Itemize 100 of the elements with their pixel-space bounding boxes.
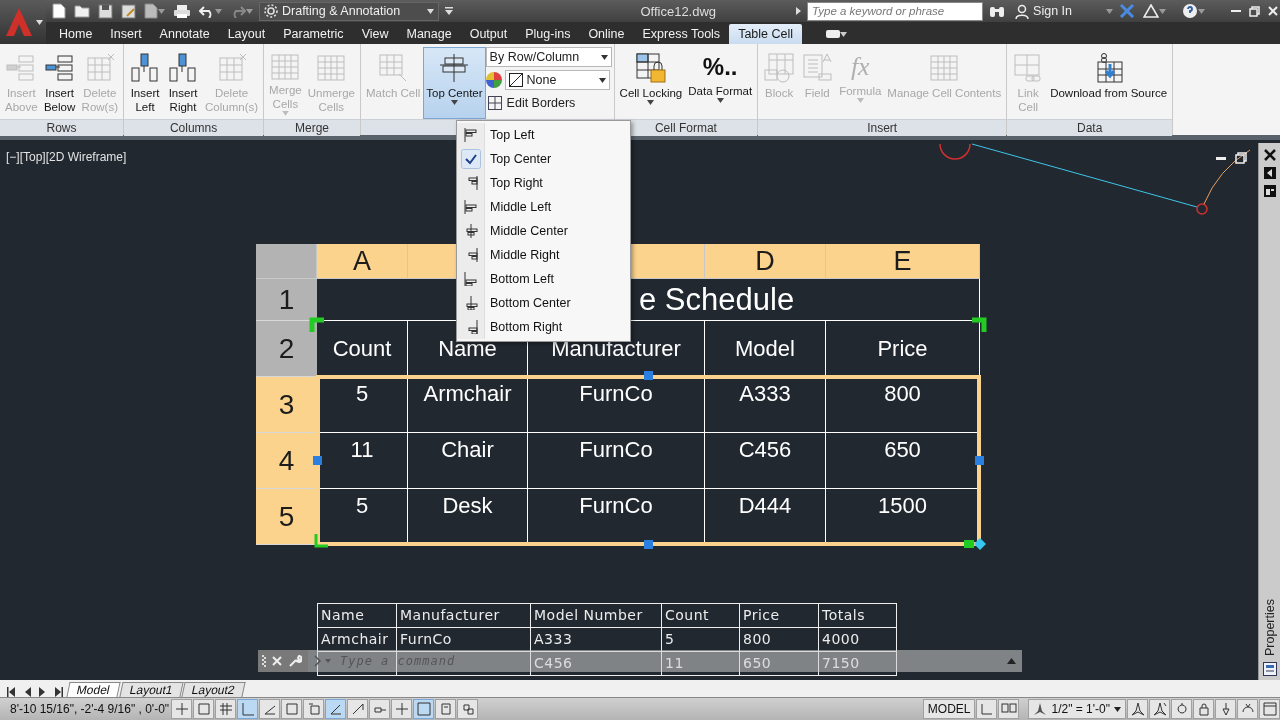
menu-item[interactable]: Middle Left: [457, 195, 630, 219]
row-header[interactable]: 4: [256, 433, 317, 489]
first-layout-button[interactable]: [4, 687, 18, 697]
drafting-toggle[interactable]: [171, 699, 192, 719]
status-tool-button[interactable]: [1171, 699, 1192, 719]
row-header[interactable]: 2: [256, 321, 317, 377]
corner-grip[interactable]: [972, 317, 987, 332]
status-tool-button[interactable]: [1237, 699, 1258, 719]
ribbon-button[interactable]: Cell Locking: [616, 47, 686, 119]
menu-item[interactable]: Top Center: [457, 147, 630, 171]
diamond-grip[interactable]: [974, 538, 986, 550]
ribbon-tab[interactable]: Annotate: [150, 24, 219, 44]
auto-hide-button[interactable]: [1263, 167, 1276, 179]
sign-in-button[interactable]: Sign In: [1011, 3, 1102, 19]
ribbon-tab[interactable]: Plug-ins: [516, 24, 580, 44]
ribbon-tab[interactable]: Home: [50, 24, 102, 44]
exchange-button[interactable]: [1117, 1, 1137, 21]
column-header[interactable]: D: [705, 244, 826, 279]
viewport-restore-button[interactable]: [1234, 152, 1248, 164]
ribbon-tab[interactable]: Layout: [218, 24, 275, 44]
status-tool-button[interactable]: [1149, 699, 1170, 719]
drafting-toggle[interactable]: [281, 699, 302, 719]
drafting-toggle[interactable]: [193, 699, 214, 719]
edit-borders-button[interactable]: Edit Borders: [485, 93, 612, 113]
row-header[interactable]: 3: [256, 377, 317, 433]
save-as-button[interactable]: [119, 1, 138, 21]
ribbon-tab[interactable]: Online: [579, 24, 634, 44]
close-command-button[interactable]: [272, 656, 282, 666]
ribbon-tab[interactable]: Express Tools: [633, 24, 730, 44]
menu-item[interactable]: Bottom Center: [457, 291, 630, 315]
layout-tab[interactable]: Layout1: [119, 682, 183, 697]
status-tool-button[interactable]: [1193, 699, 1214, 719]
viewport-label[interactable]: [−][Top][2D Wireframe]: [6, 150, 127, 164]
ribbon-button[interactable]: Download from Source: [1047, 47, 1171, 119]
drafting-toggle[interactable]: [413, 699, 434, 719]
ribbon-button[interactable]: %.. Data Format: [685, 47, 756, 119]
menu-item[interactable]: Top Right: [457, 171, 630, 195]
model-space-button[interactable]: MODEL: [922, 699, 976, 719]
drafting-toggle[interactable]: [215, 699, 236, 719]
viewports-button[interactable]: [998, 699, 1020, 719]
row-header[interactable]: 1: [256, 279, 317, 321]
grip[interactable]: [644, 540, 653, 549]
caret-icon: [1159, 8, 1166, 14]
ribbon-tab[interactable]: Output: [460, 24, 517, 44]
corner-grip[interactable]: [309, 317, 324, 332]
grip[interactable]: [313, 456, 322, 465]
row-column-dropdown[interactable]: By Row/Column: [485, 47, 612, 67]
menu-item[interactable]: Middle Right: [457, 243, 630, 267]
drafting-toggle[interactable]: [457, 699, 478, 719]
ribbon-button[interactable]: Top Center: [423, 47, 486, 119]
grip[interactable]: [644, 371, 653, 380]
workspace-dropdown[interactable]: Drafting & Annotation: [259, 1, 439, 21]
ribbon-tab[interactable]: Parametric: [274, 24, 353, 44]
table-cell: A333: [531, 628, 662, 652]
layout-tab[interactable]: Layout2: [181, 682, 246, 697]
ribbon-button[interactable]: Insert Left: [126, 47, 165, 119]
ribbon-tab[interactable]: View: [352, 24, 398, 44]
corner-grip[interactable]: [314, 534, 328, 548]
background-color-dropdown[interactable]: None: [504, 70, 610, 90]
command-history-button[interactable]: [1007, 658, 1016, 664]
column-header[interactable]: A: [317, 244, 408, 279]
palette-icon-button[interactable]: [1262, 662, 1277, 676]
save-button[interactable]: [96, 1, 115, 21]
corner-grip[interactable]: [964, 540, 974, 548]
ribbon-tab[interactable]: Insert: [101, 24, 151, 44]
drafting-toggle[interactable]: [391, 699, 412, 719]
close-palette-button[interactable]: [1263, 149, 1276, 161]
last-layout-button[interactable]: [52, 687, 66, 697]
layout-view-button[interactable]: [976, 699, 998, 719]
ribbon-tab[interactable]: Manage: [397, 24, 461, 44]
ribbon-button[interactable]: Insert Right: [164, 47, 203, 119]
drafting-toggle[interactable]: [259, 699, 280, 719]
drafting-toggle[interactable]: [347, 699, 368, 719]
plot-button[interactable]: [142, 1, 167, 21]
search-field[interactable]: Type a keyword or phrase: [807, 1, 984, 21]
alignment-icon: [462, 128, 479, 142]
drafting-toggle[interactable]: [325, 699, 346, 719]
drafting-toggle[interactable]: [303, 699, 324, 719]
corner-cell[interactable]: [256, 244, 317, 279]
recent-commands-button[interactable]: [314, 655, 332, 667]
ribbon-button[interactable]: Insert Below: [40, 47, 79, 119]
annotation-scale-button[interactable]: 1/2" = 1'-0": [1028, 699, 1126, 719]
ribbon-tab[interactable]: Table Cell: [729, 24, 802, 44]
row-header[interactable]: 5: [256, 489, 317, 545]
menu-item[interactable]: Middle Center: [457, 219, 630, 243]
palette-menu-button[interactable]: [1263, 185, 1276, 197]
model-tab[interactable]: Model: [66, 682, 121, 697]
column-header[interactable]: E: [826, 244, 980, 279]
new-file-button[interactable]: [50, 1, 68, 21]
connect-button[interactable]: [1141, 1, 1168, 21]
grip[interactable]: [975, 456, 984, 465]
drafting-icon: [350, 702, 365, 716]
status-tool-button[interactable]: [1215, 699, 1236, 719]
drafting-icon: [284, 702, 299, 716]
status-tool-button[interactable]: [1127, 699, 1148, 719]
help-button[interactable]: [1180, 1, 1207, 21]
drafting-toggle[interactable]: [369, 699, 390, 719]
customize-command-button[interactable]: [288, 654, 302, 668]
drafting-toggle[interactable]: [435, 699, 456, 719]
drafting-toggle[interactable]: [237, 699, 258, 719]
